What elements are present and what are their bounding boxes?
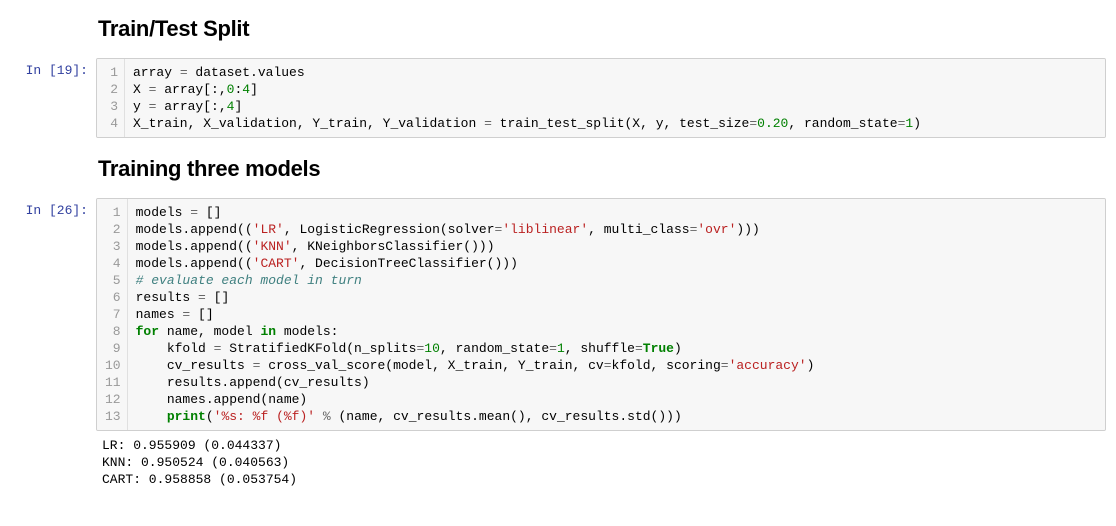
line-number: 12: [105, 391, 121, 408]
line-number: 1: [105, 204, 121, 221]
line-gutter: 12345678910111213: [97, 199, 128, 430]
code-cell: In [26]:12345678910111213models = []mode…: [0, 198, 1116, 431]
code-line: results = []: [136, 289, 1097, 306]
heading: Training three models: [98, 156, 1116, 182]
output-area: LR: 0.955909 (0.044337) KNN: 0.950524 (0…: [98, 433, 1116, 488]
code-line: models.append(('KNN', KNeighborsClassifi…: [136, 238, 1097, 255]
line-number: 2: [105, 221, 121, 238]
line-number: 13: [105, 408, 121, 425]
heading: Train/Test Split: [98, 16, 1116, 42]
code-line: models = []: [136, 204, 1097, 221]
code-line: cv_results = cross_val_score(model, X_tr…: [136, 357, 1097, 374]
code-line: y = array[:,4]: [133, 98, 1097, 115]
code-line: X = array[:,0:4]: [133, 81, 1097, 98]
input-prompt: In [19]:: [0, 58, 96, 78]
markdown-cell: Train/Test Split: [98, 0, 1116, 54]
code-line: for name, model in models:: [136, 323, 1097, 340]
code-cell: In [19]:1234array = dataset.valuesX = ar…: [0, 58, 1116, 138]
code-line: X_train, X_validation, Y_train, Y_valida…: [133, 115, 1097, 132]
code-line: names = []: [136, 306, 1097, 323]
line-number: 4: [105, 115, 118, 132]
code-line: names.append(name): [136, 391, 1097, 408]
line-number: 8: [105, 323, 121, 340]
line-number: 4: [105, 255, 121, 272]
code-line: models.append(('LR', LogisticRegression(…: [136, 221, 1097, 238]
code-line: models.append(('CART', DecisionTreeClass…: [136, 255, 1097, 272]
line-number: 10: [105, 357, 121, 374]
line-gutter: 1234: [97, 59, 125, 137]
line-number: 9: [105, 340, 121, 357]
code-input-area[interactable]: 12345678910111213models = []models.appen…: [96, 198, 1106, 431]
code-line: print('%s: %f (%f)' % (name, cv_results.…: [136, 408, 1097, 425]
line-number: 2: [105, 81, 118, 98]
code-input-area[interactable]: 1234array = dataset.valuesX = array[:,0:…: [96, 58, 1106, 138]
code-inner: 1234array = dataset.valuesX = array[:,0:…: [97, 59, 1105, 137]
input-prompt: In [26]:: [0, 198, 96, 218]
line-number: 3: [105, 98, 118, 115]
line-number: 1: [105, 64, 118, 81]
line-number: 7: [105, 306, 121, 323]
line-number: 6: [105, 289, 121, 306]
line-number: 11: [105, 374, 121, 391]
code-line: array = dataset.values: [133, 64, 1097, 81]
code-lines[interactable]: array = dataset.valuesX = array[:,0:4]y …: [125, 59, 1105, 137]
code-inner: 12345678910111213models = []models.appen…: [97, 199, 1105, 430]
line-number: 5: [105, 272, 121, 289]
code-line: kfold = StratifiedKFold(n_splits=10, ran…: [136, 340, 1097, 357]
code-line: # evaluate each model in turn: [136, 272, 1097, 289]
markdown-cell: Training three models: [98, 140, 1116, 194]
line-number: 3: [105, 238, 121, 255]
code-lines[interactable]: models = []models.append(('LR', Logistic…: [128, 199, 1105, 430]
notebook: Train/Test SplitIn [19]:1234array = data…: [0, 0, 1116, 516]
code-line: results.append(cv_results): [136, 374, 1097, 391]
